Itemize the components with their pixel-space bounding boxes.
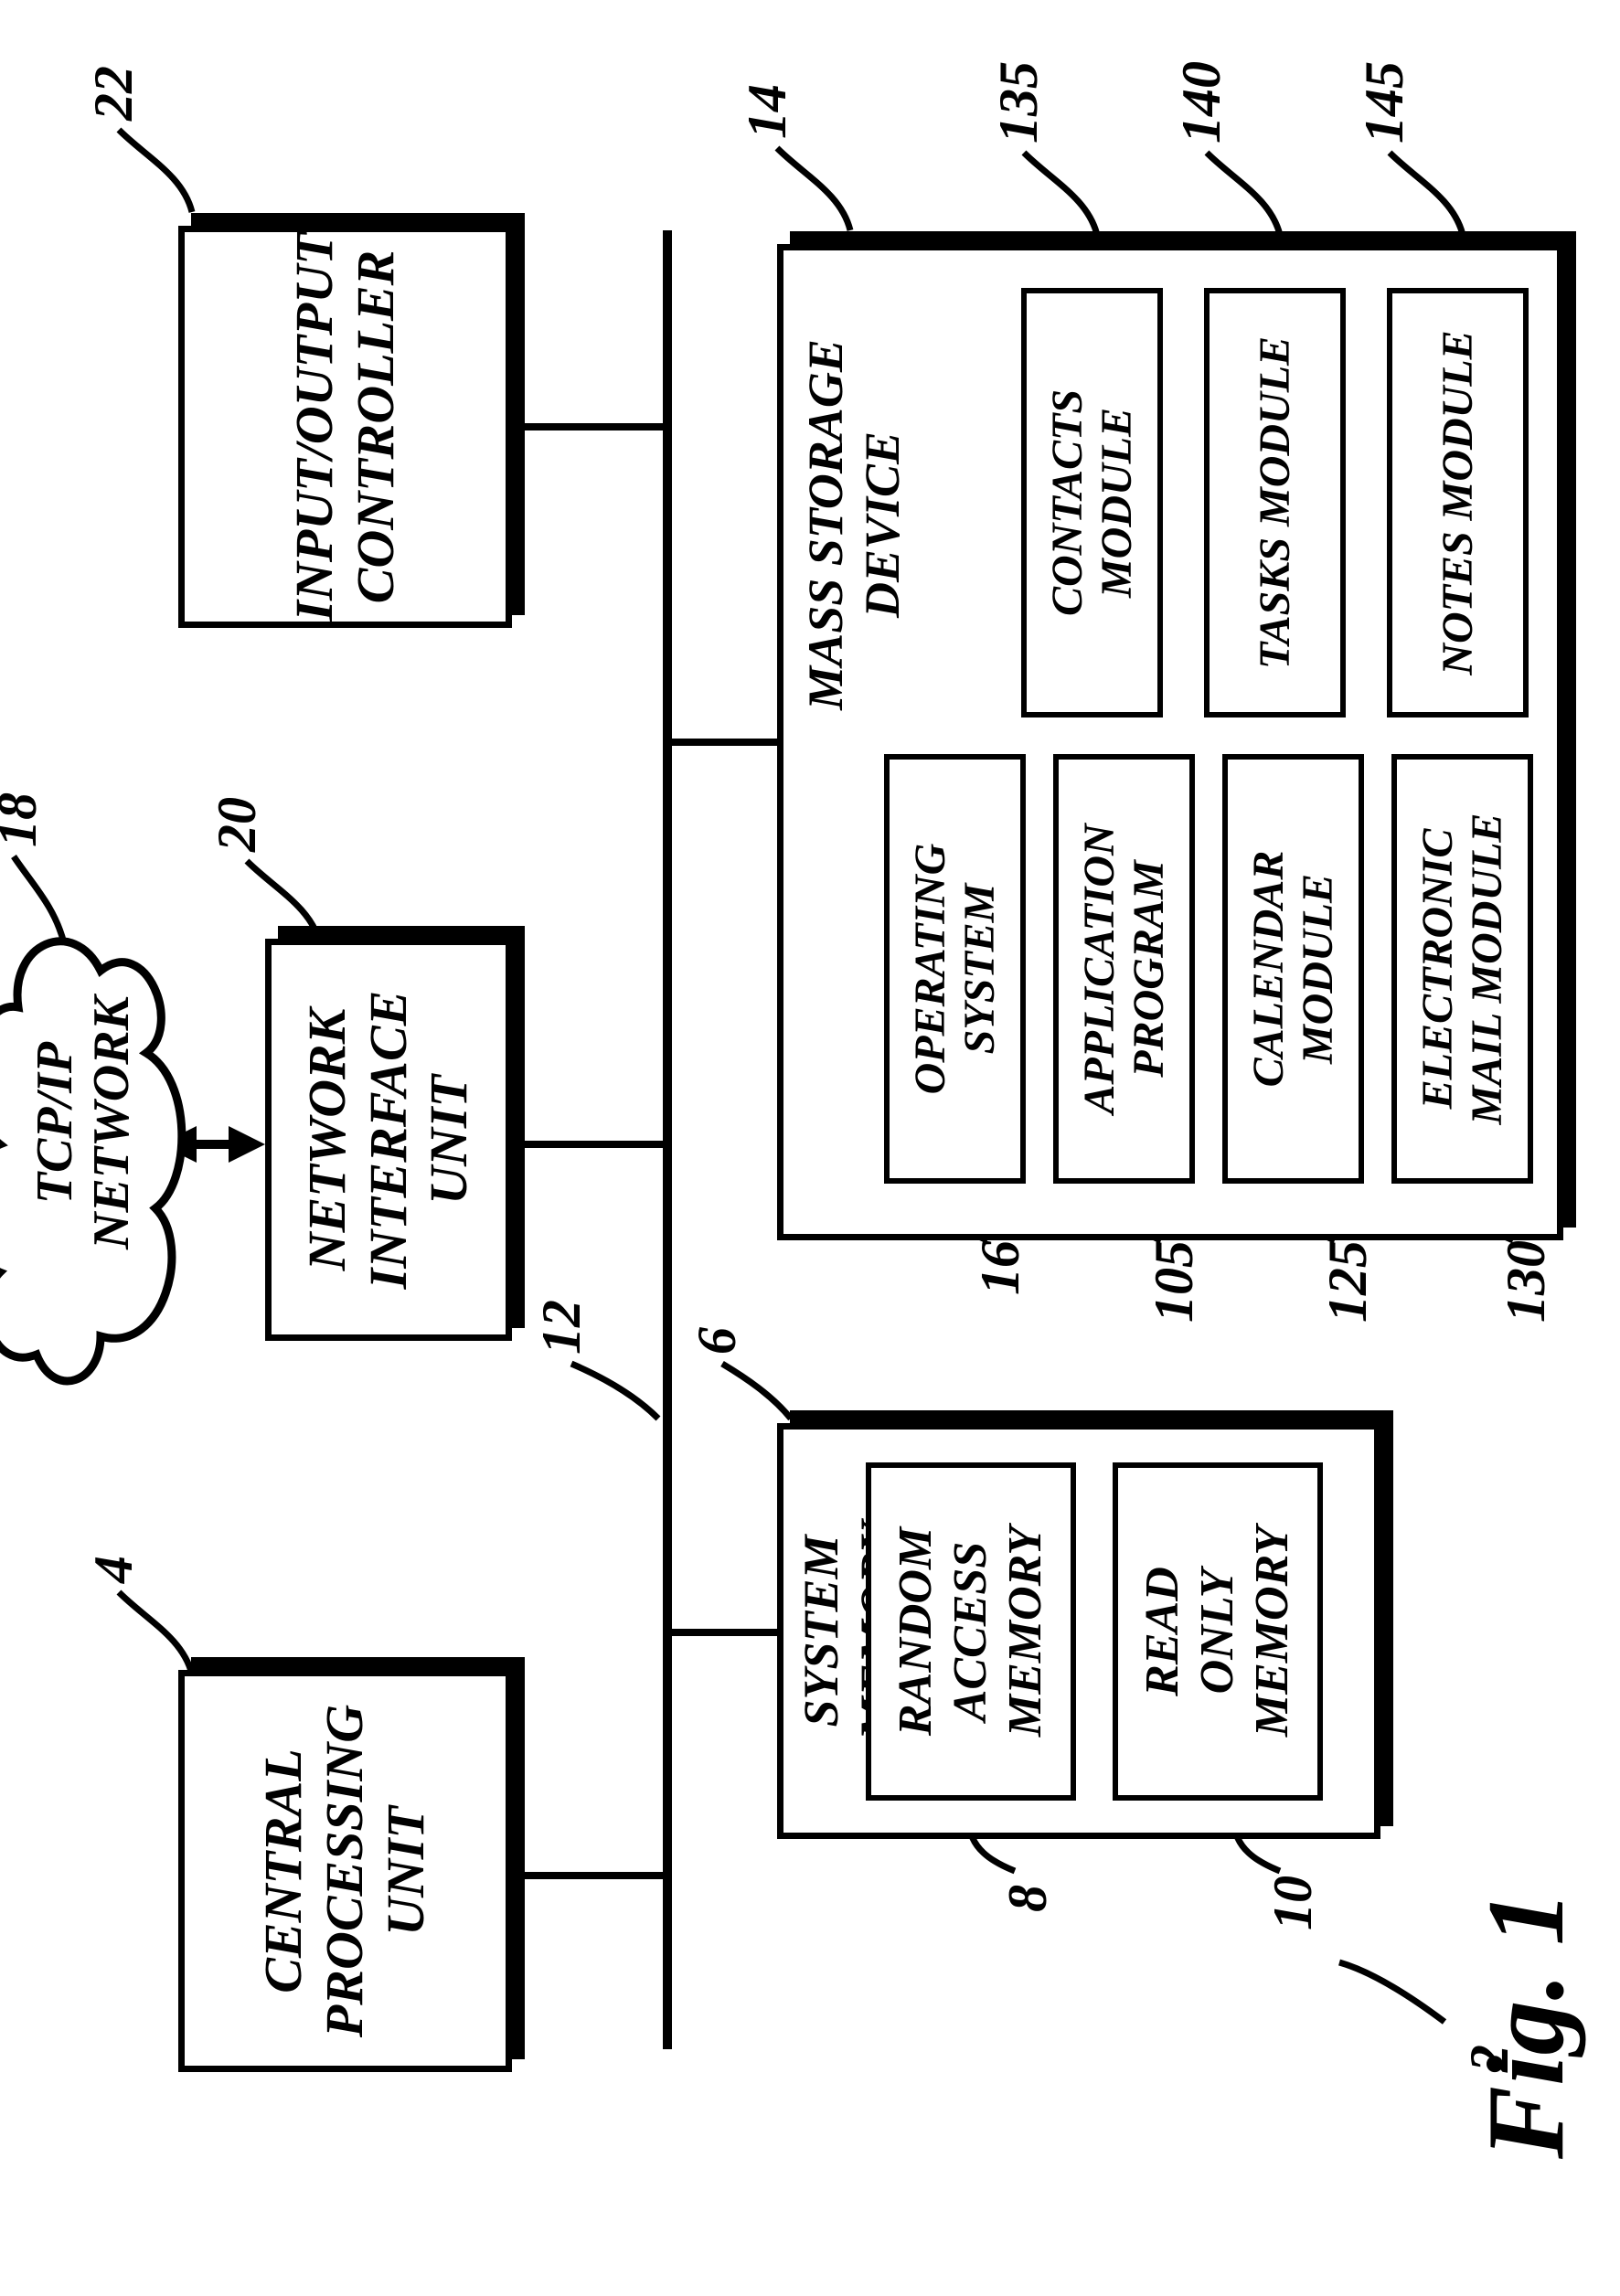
block-nic: NETWORKINTERFACEUNIT	[265, 939, 512, 1341]
block-notes-label: NOTES MODULE	[1430, 326, 1487, 678]
block-os-label: OPERATINGSYSTEM	[902, 840, 1008, 1099]
ref-140: 140	[1170, 61, 1233, 144]
ref-125: 125	[1316, 1240, 1380, 1323]
block-ioc: INPUT/OUTPUTCONTROLLER	[178, 226, 512, 628]
block-contacts-label: CONTACTSMODULE	[1039, 386, 1146, 620]
ref-4: 4	[82, 1556, 145, 1583]
ref-145: 145	[1353, 61, 1416, 144]
ref-135: 135	[987, 61, 1050, 144]
block-ram-label: RANDOMACCESSMEMORY	[883, 1521, 1058, 1742]
block-ram: RANDOMACCESSMEMORY	[866, 1462, 1076, 1801]
ref-10: 10	[1262, 1876, 1325, 1930]
block-nic-label: NETWORKINTERFACEUNIT	[290, 983, 487, 1297]
block-rom-label: READONLYMEMORY	[1130, 1521, 1305, 1742]
block-rom: READONLYMEMORY	[1113, 1462, 1323, 1801]
block-tasks-label: TASKS MODULE	[1247, 333, 1304, 673]
block-cal-label: CALENDARMODULE	[1241, 847, 1347, 1091]
block-tasks: TASKS MODULE	[1204, 288, 1346, 718]
ref-14: 14	[736, 84, 799, 139]
ref-20: 20	[206, 797, 269, 852]
cloud-label: TCP/IPNETWORK	[27, 996, 140, 1249]
block-msd-title: MASS STORAGEDEVICE	[797, 305, 911, 744]
block-msd: MASS STORAGEDEVICE OPERATINGSYSTEM APPLI…	[777, 244, 1563, 1240]
block-notes: NOTES MODULE	[1387, 288, 1529, 718]
block-cpu: CENTRALPROCESSINGUNIT	[178, 1670, 512, 2072]
block-ioc-label: INPUT/OUTPUTCONTROLLER	[277, 225, 413, 628]
block-app-label: APPLICATIONPROGRAM	[1071, 820, 1178, 1117]
block-os: OPERATINGSYSTEM	[884, 754, 1026, 1184]
block-contacts: CONTACTSMODULE	[1021, 288, 1163, 718]
cloud-text: TCP/IPNETWORK	[27, 996, 140, 1249]
ref-130: 130	[1495, 1240, 1558, 1323]
block-app: APPLICATIONPROGRAM	[1053, 754, 1195, 1184]
ref-22: 22	[82, 66, 145, 121]
ref-18: 18	[0, 792, 49, 847]
figure-caption: Fig. 1	[1463, 1891, 1589, 2159]
block-mail: ELECTRONICMAIL MODULE	[1391, 754, 1533, 1184]
ref-6: 6	[686, 1327, 749, 1355]
ref-12: 12	[530, 1300, 593, 1355]
block-sysmem: SYSTEMMEMORY RANDOMACCESSMEMORY READONLY…	[777, 1423, 1380, 1839]
block-mail-label: ELECTRONICMAIL MODULE	[1410, 810, 1516, 1129]
block-cal: CALENDARMODULE	[1222, 754, 1364, 1184]
ref-8: 8	[997, 1885, 1060, 1912]
ref-105: 105	[1143, 1240, 1206, 1323]
ref-16: 16	[969, 1240, 1032, 1295]
block-cpu-label: CENTRALPROCESSINGUNIT	[246, 1697, 443, 2045]
